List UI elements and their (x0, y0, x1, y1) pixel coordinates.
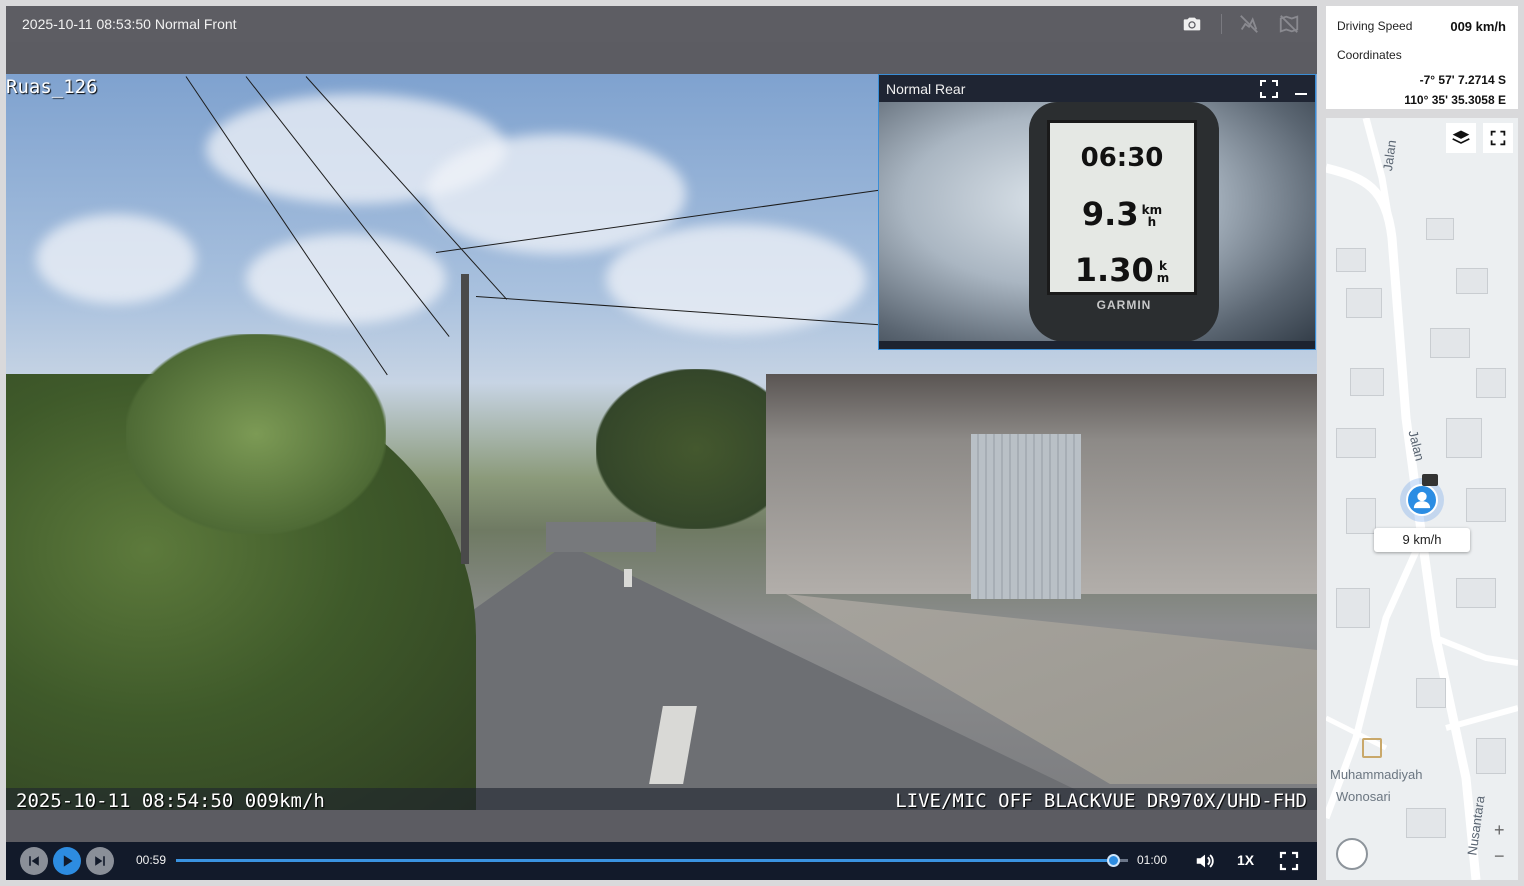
rear-camera-inset[interactable]: Normal Rear 06:30 9.3 km h 1.30 k m GARMIN (878, 74, 1316, 350)
current-time: 00:59 (136, 853, 167, 867)
vehicle-camera-icon (1422, 474, 1438, 486)
progress-fill (176, 859, 1114, 862)
map-speed-label: 9 km/h (1374, 528, 1470, 552)
player-header: 2025-10-11 08:53:50 Normal Front (6, 6, 1317, 42)
map-panel[interactable]: Jalan Jalan Nusantara Muhammadiyah Wonos… (1326, 118, 1518, 880)
fullscreen-icon[interactable] (1275, 847, 1303, 875)
video-player: 2025-10-11 08:53:50 Normal Front Ruas_12… (6, 6, 1317, 880)
expand-icon[interactable] (1259, 79, 1279, 99)
garmin-speed: 9.3 (1081, 195, 1139, 233)
coordinates-label: Coordinates (1337, 48, 1402, 62)
driving-speed-value: 009 km/h (1450, 19, 1506, 34)
zoom-in-button[interactable]: + (1494, 820, 1505, 841)
rear-camera-video: 06:30 9.3 km h 1.30 k m GARMIN (879, 102, 1315, 349)
progress-handle[interactable] (1106, 854, 1120, 867)
rear-title: Normal Rear (886, 81, 966, 97)
minimize-icon[interactable] (1291, 79, 1311, 99)
longitude-value: 110° 35' 35.3058 E (1404, 93, 1506, 107)
player-title: 2025-10-11 08:53:50 Normal Front (22, 16, 237, 32)
vehicle-marker[interactable] (1406, 484, 1438, 516)
prev-icon[interactable] (20, 847, 48, 875)
garmin-distance-unit-bottom: m (1156, 271, 1170, 285)
garmin-distance: 1.30 (1074, 251, 1154, 289)
garmin-time: 06:30 (1080, 143, 1164, 173)
hide-overlay-icon[interactable] (1236, 12, 1262, 36)
volume-icon[interactable] (1191, 847, 1219, 875)
camera-icon[interactable] (1179, 12, 1205, 36)
driving-info-panel: Driving Speed 009 km/h Coordinates -7° 5… (1326, 6, 1518, 109)
zoom-out-button[interactable]: − (1494, 846, 1505, 867)
rear-info-strip (879, 341, 1315, 349)
progress-bar[interactable] (176, 854, 1128, 867)
layers-icon[interactable] (1446, 123, 1476, 153)
hide-map-icon[interactable] (1276, 12, 1302, 36)
garmin-screen: 06:30 9.3 km h 1.30 k m (1047, 120, 1197, 295)
latitude-value: -7° 57' 7.2714 S (1419, 73, 1506, 87)
next-icon[interactable] (86, 847, 114, 875)
driving-speed-label: Driving Speed (1337, 19, 1413, 33)
timestamp-speed-overlay: 2025-10-11 08:54:50 009km/h (16, 790, 325, 810)
header-divider (1221, 14, 1222, 34)
camera-name-label: Ruas_126 (6, 76, 98, 98)
poi-name-line2: Wonosari (1336, 789, 1391, 804)
compass-icon[interactable] (1336, 838, 1368, 870)
total-time: 01:00 (1137, 853, 1168, 867)
device-info-overlay: LIVE/MIC OFF BLACKVUE DR970X/UHD-FHD (895, 790, 1307, 810)
mosque-icon (1362, 738, 1382, 758)
play-icon[interactable] (53, 847, 81, 875)
playback-controls: 00:59 01:00 1X (6, 842, 1317, 880)
rear-header: Normal Rear (879, 75, 1315, 102)
garmin-brand: GARMIN (1096, 298, 1152, 312)
poi-name-line1: Muhammadiyah (1330, 767, 1423, 782)
map-fullscreen-icon[interactable] (1483, 123, 1513, 153)
playback-rate[interactable]: 1X (1237, 852, 1254, 868)
garmin-speed-unit-bottom: h (1147, 215, 1157, 229)
